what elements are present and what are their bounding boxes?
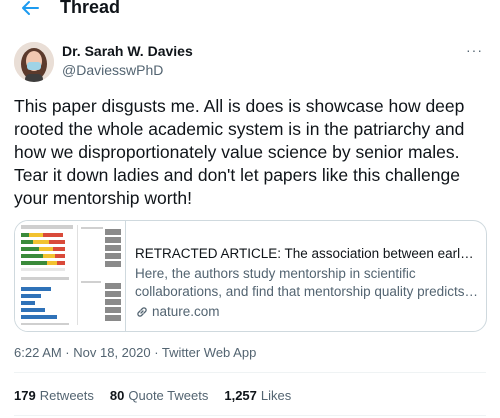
likes-label: Likes [260,388,292,403]
card-domain: nature.com [152,304,220,319]
card-body: RETRACTED ARTICLE: The association betwe… [135,245,480,321]
retweets-count: 179 [14,388,36,403]
likes-stat[interactable]: 1,257 Likes [224,388,291,403]
author-name[interactable]: Dr. Sarah W. Davies [62,43,193,59]
avatar[interactable] [14,42,54,82]
divider [14,372,486,373]
likes-count: 1,257 [224,388,257,403]
retweets-label: Retweets [39,388,94,403]
card-domain-row: nature.com [135,303,480,321]
tweet-text: This paper disgusts me. All is does is s… [14,96,465,208]
link-preview-card[interactable]: RETRACTED ARTICLE: The association betwe… [14,220,487,332]
top-bar: Thread [0,0,500,22]
engagement-stats: 179 Retweets 80 Quote Tweets 1,257 Likes [14,388,291,403]
quote-tweets-count: 80 [109,388,125,403]
tweet-timestamp[interactable]: 6:22 AM · Nov 18, 2020 · Twitter Web App [14,345,256,360]
quote-tweets-label: Quote Tweets [128,388,209,403]
card-description: Here, the authors study mentorship in sc… [135,266,465,299]
retweets-stat[interactable]: 179 Retweets [14,388,94,403]
article-thumbnail [15,221,126,331]
page-title: Thread [60,0,121,17]
divider [14,415,486,416]
arrow-left-icon[interactable] [18,0,42,20]
quote-tweets-stat[interactable]: 80 Quote Tweets [110,388,208,403]
card-title: RETRACTED ARTICLE: The association betwe… [135,246,480,261]
author-handle[interactable]: @DaviesswPhD [62,62,163,78]
more-options-icon[interactable]: ··· [466,42,483,58]
link-icon [135,305,149,319]
